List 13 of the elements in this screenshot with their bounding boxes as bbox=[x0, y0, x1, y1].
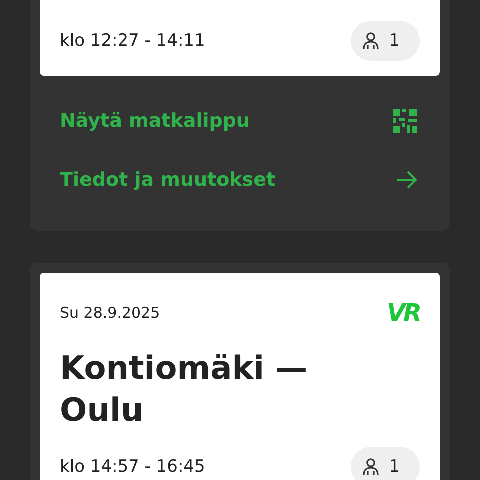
logo: VR bbox=[386, 299, 420, 327]
passenger-count-button[interactable]: 1 bbox=[351, 21, 420, 61]
passenger-count-button[interactable]: 1 bbox=[351, 447, 420, 480]
trip-date: Su 28.9.2025 bbox=[60, 304, 160, 322]
trip-time: klo 12:27 - 14:11 bbox=[60, 31, 206, 51]
arrow-right-icon bbox=[396, 170, 418, 190]
trip-time: klo 14:57 - 16:45 bbox=[60, 457, 206, 477]
route-title: Kontiomäki — Oulu bbox=[60, 348, 309, 431]
qr-code-icon bbox=[392, 108, 418, 134]
action-link[interactable]: Näytä matkalippu bbox=[40, 91, 440, 150]
person-icon bbox=[361, 457, 382, 477]
person-icon bbox=[361, 31, 382, 51]
action-link[interactable]: Tiedot ja muutokset bbox=[40, 150, 440, 209]
